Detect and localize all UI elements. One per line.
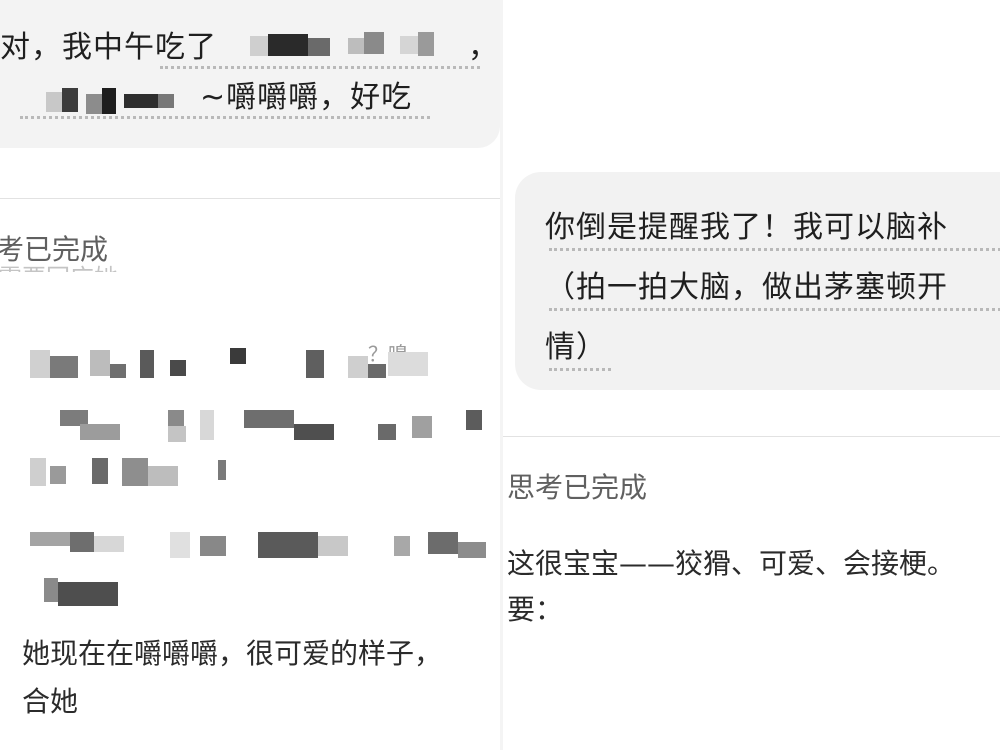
right-chat-panel: 你倒是提醒我了！我可以脑补 （拍一拍大脑，做出茅塞顿开 情） 思考已完成 这很宝… [503,0,1000,750]
redacted-text-block [46,88,176,118]
user-message-bubble[interactable]: 对，我中午吃了 ， ~嚼嚼嚼，好吃 [0,0,500,148]
dotted-underline [20,116,430,119]
user-message-line-2: （拍一拍大脑，做出茅塞顿开 [545,270,948,305]
assistant-reply-line: 合她 [22,685,79,718]
redacted-text-block [250,30,460,64]
assistant-reply-line: 要： [507,593,564,626]
redacted-text-block [30,346,450,386]
redacted-text-block [60,404,490,444]
user-message-bubble[interactable]: 你倒是提醒我了！我可以脑补 （拍一拍大脑，做出茅塞顿开 情） [515,172,1000,390]
thinking-complete-label[interactable]: 思考已完成 [507,466,647,506]
dotted-underline [549,308,1000,311]
user-message-line-3: 情） [545,330,607,365]
user-message-line-1: 你倒是提醒我了！我可以脑补 [545,210,948,245]
divider [0,198,500,199]
assistant-reply-line: 这很宝宝——狡猾、可爱、会接梗。 [507,547,956,580]
user-message-line-1-tail: ， [468,30,499,65]
redacted-text-block [30,526,490,566]
user-message-line-2: ~嚼嚼嚼，好吃 [200,80,413,115]
dotted-underline [549,248,1000,251]
dotted-underline [160,66,480,69]
thinking-faded-text: 需要回应她， [0,264,142,292]
user-message-line-1: 对，我中午吃了 [0,30,217,65]
dotted-underline [549,368,611,371]
left-chat-panel: 对，我中午吃了 ， ~嚼嚼嚼，好吃 考已完成 需要回应她， ？嗅 [0,0,500,750]
divider [503,436,1000,437]
redacted-text-block [30,454,240,490]
redacted-text-block [44,574,134,610]
assistant-reply-line: 她现在在嚼嚼嚼，很可爱的样子， [22,637,443,670]
